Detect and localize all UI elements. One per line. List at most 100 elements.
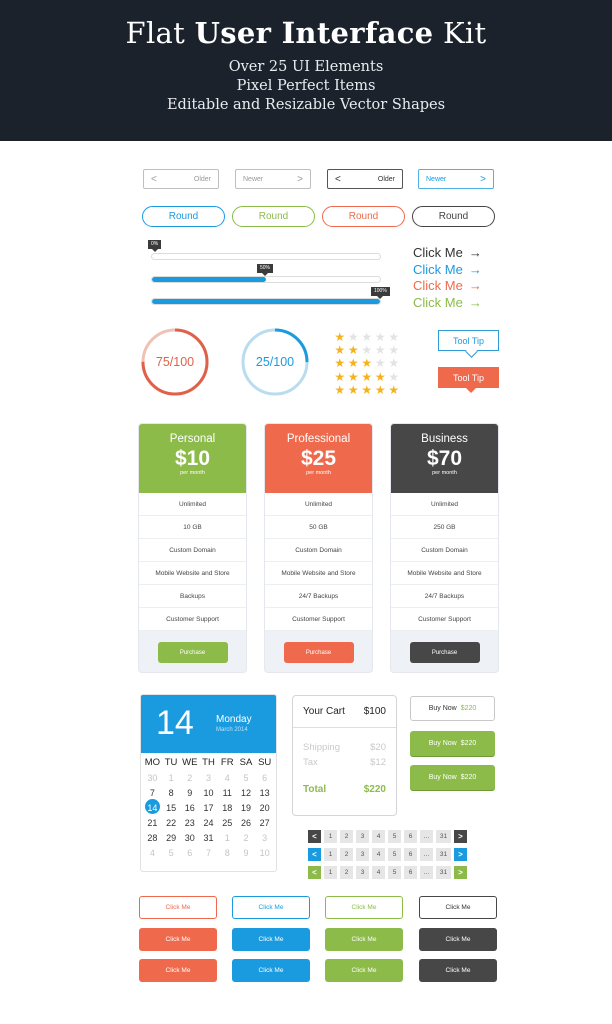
click-link[interactable]: Click Me → (413, 295, 482, 310)
newer-button-blue[interactable]: Newer > (418, 169, 494, 189)
calendar-day[interactable]: 23 (180, 818, 199, 828)
calendar-day[interactable]: 6 (255, 773, 274, 783)
page-button[interactable]: 3 (356, 848, 369, 861)
calendar-day[interactable]: 21 (143, 818, 162, 828)
buy-now-button[interactable]: Buy Now $220 (410, 765, 495, 790)
page-button[interactable]: 4 (372, 866, 385, 879)
click-me-button[interactable]: Click Me (419, 928, 497, 951)
star-filled-icon[interactable]: ★ (333, 357, 347, 370)
next-page-button[interactable]: > (454, 866, 467, 879)
page-button[interactable]: 4 (372, 848, 385, 861)
page-button[interactable]: 2 (340, 848, 353, 861)
click-me-button[interactable]: Click Me (139, 928, 217, 951)
round-button-blue[interactable]: Round (142, 206, 225, 227)
star-filled-icon[interactable]: ★ (347, 383, 361, 397)
click-link[interactable]: Click Me → (413, 262, 482, 277)
calendar-day[interactable]: 30 (180, 833, 199, 843)
calendar-day[interactable]: 7 (143, 788, 162, 798)
calendar-day[interactable]: 7 (199, 848, 218, 858)
calendar-day[interactable]: 4 (143, 848, 162, 858)
calendar-day[interactable]: 16 (180, 803, 199, 813)
calendar-day[interactable]: 24 (199, 818, 218, 828)
page-button[interactable]: 6 (404, 848, 417, 861)
click-me-button[interactable]: Click Me (139, 896, 217, 919)
page-button[interactable]: 4 (372, 830, 385, 843)
star-rating-row[interactable]: ★ ★ ★ ★ ★ (333, 357, 401, 370)
click-me-button[interactable]: Click Me (325, 928, 403, 951)
click-me-button[interactable]: Click Me (139, 959, 217, 982)
calendar-day[interactable]: 10 (255, 848, 274, 858)
round-button-dark[interactable]: Round (412, 206, 495, 227)
star-filled-icon[interactable]: ★ (333, 370, 347, 384)
calendar-day[interactable]: 5 (162, 848, 181, 858)
older-button[interactable]: < Older (143, 169, 219, 189)
page-button[interactable]: 5 (388, 848, 401, 861)
page-button[interactable]: 2 (340, 866, 353, 879)
star-filled-icon[interactable]: ★ (360, 370, 374, 384)
page-button[interactable]: 31 (436, 848, 451, 861)
next-page-button[interactable]: > (454, 848, 467, 861)
page-button[interactable]: 2 (340, 830, 353, 843)
purchase-button[interactable]: Purchase (157, 642, 228, 663)
page-button[interactable]: ... (420, 866, 433, 879)
calendar-day[interactable]: 30 (143, 773, 162, 783)
calendar-day[interactable]: 4 (218, 773, 237, 783)
click-me-button[interactable]: Click Me (419, 959, 497, 982)
calendar-day[interactable]: 8 (162, 788, 181, 798)
buy-now-button[interactable]: Buy Now $220 (410, 731, 495, 756)
calendar-day[interactable]: 18 (218, 803, 237, 813)
page-button[interactable]: 6 (404, 830, 417, 843)
calendar-day-selected[interactable]: 14 (143, 798, 162, 814)
star-empty-icon[interactable]: ★ (387, 370, 401, 384)
page-button[interactable]: ... (420, 848, 433, 861)
buy-now-button[interactable]: Buy Now $220 (410, 696, 495, 721)
click-link[interactable]: Click Me → (413, 278, 482, 293)
page-button[interactable]: 31 (436, 830, 451, 843)
page-button[interactable]: 1 (324, 848, 337, 861)
calendar-day[interactable]: 28 (143, 833, 162, 843)
star-filled-icon[interactable]: ★ (374, 383, 388, 397)
page-button[interactable]: 1 (324, 830, 337, 843)
page-button[interactable]: 1 (324, 866, 337, 879)
calendar-day[interactable]: 1 (218, 833, 237, 843)
click-me-button[interactable]: Click Me (325, 959, 403, 982)
calendar-day[interactable]: 5 (237, 773, 256, 783)
calendar-day[interactable]: 9 (237, 848, 256, 858)
older-button-dark[interactable]: < Older (327, 169, 403, 189)
calendar-day[interactable]: 15 (162, 803, 181, 813)
calendar-day[interactable]: 6 (180, 848, 199, 858)
purchase-button[interactable]: Purchase (283, 642, 354, 663)
star-filled-icon[interactable]: ★ (374, 370, 388, 384)
star-filled-icon[interactable]: ★ (333, 383, 347, 397)
click-me-button[interactable]: Click Me (232, 959, 310, 982)
page-button[interactable]: 5 (388, 866, 401, 879)
calendar-day[interactable]: 29 (162, 833, 181, 843)
star-filled-icon[interactable]: ★ (387, 383, 401, 397)
prev-page-button[interactable]: < (308, 866, 321, 879)
calendar-day[interactable]: 12 (237, 788, 256, 798)
star-filled-icon[interactable]: ★ (360, 357, 374, 370)
calendar-day[interactable]: 10 (199, 788, 218, 798)
page-button[interactable]: 6 (404, 866, 417, 879)
purchase-button[interactable]: Purchase (409, 642, 480, 663)
star-rating-row[interactable]: ★ ★ ★ ★ ★ (333, 383, 401, 397)
round-button-green[interactable]: Round (232, 206, 315, 227)
calendar-day[interactable]: 13 (255, 788, 274, 798)
star-empty-icon[interactable]: ★ (387, 357, 401, 370)
click-me-button[interactable]: Click Me (325, 896, 403, 919)
newer-button[interactable]: Newer > (235, 169, 311, 189)
calendar-day[interactable]: 11 (218, 788, 237, 798)
calendar-day[interactable]: 31 (199, 833, 218, 843)
calendar-day[interactable]: 3 (199, 773, 218, 783)
next-page-button[interactable]: > (454, 830, 467, 843)
page-button[interactable]: 3 (356, 830, 369, 843)
click-link[interactable]: Click Me → (413, 245, 482, 260)
calendar-day[interactable]: 26 (237, 818, 256, 828)
click-me-button[interactable]: Click Me (419, 896, 497, 919)
calendar-day[interactable]: 27 (255, 818, 274, 828)
calendar-day[interactable]: 2 (237, 833, 256, 843)
calendar-day[interactable]: 20 (255, 803, 274, 813)
page-button[interactable]: 3 (356, 866, 369, 879)
calendar-day[interactable]: 17 (199, 803, 218, 813)
calendar-day[interactable]: 3 (255, 833, 274, 843)
